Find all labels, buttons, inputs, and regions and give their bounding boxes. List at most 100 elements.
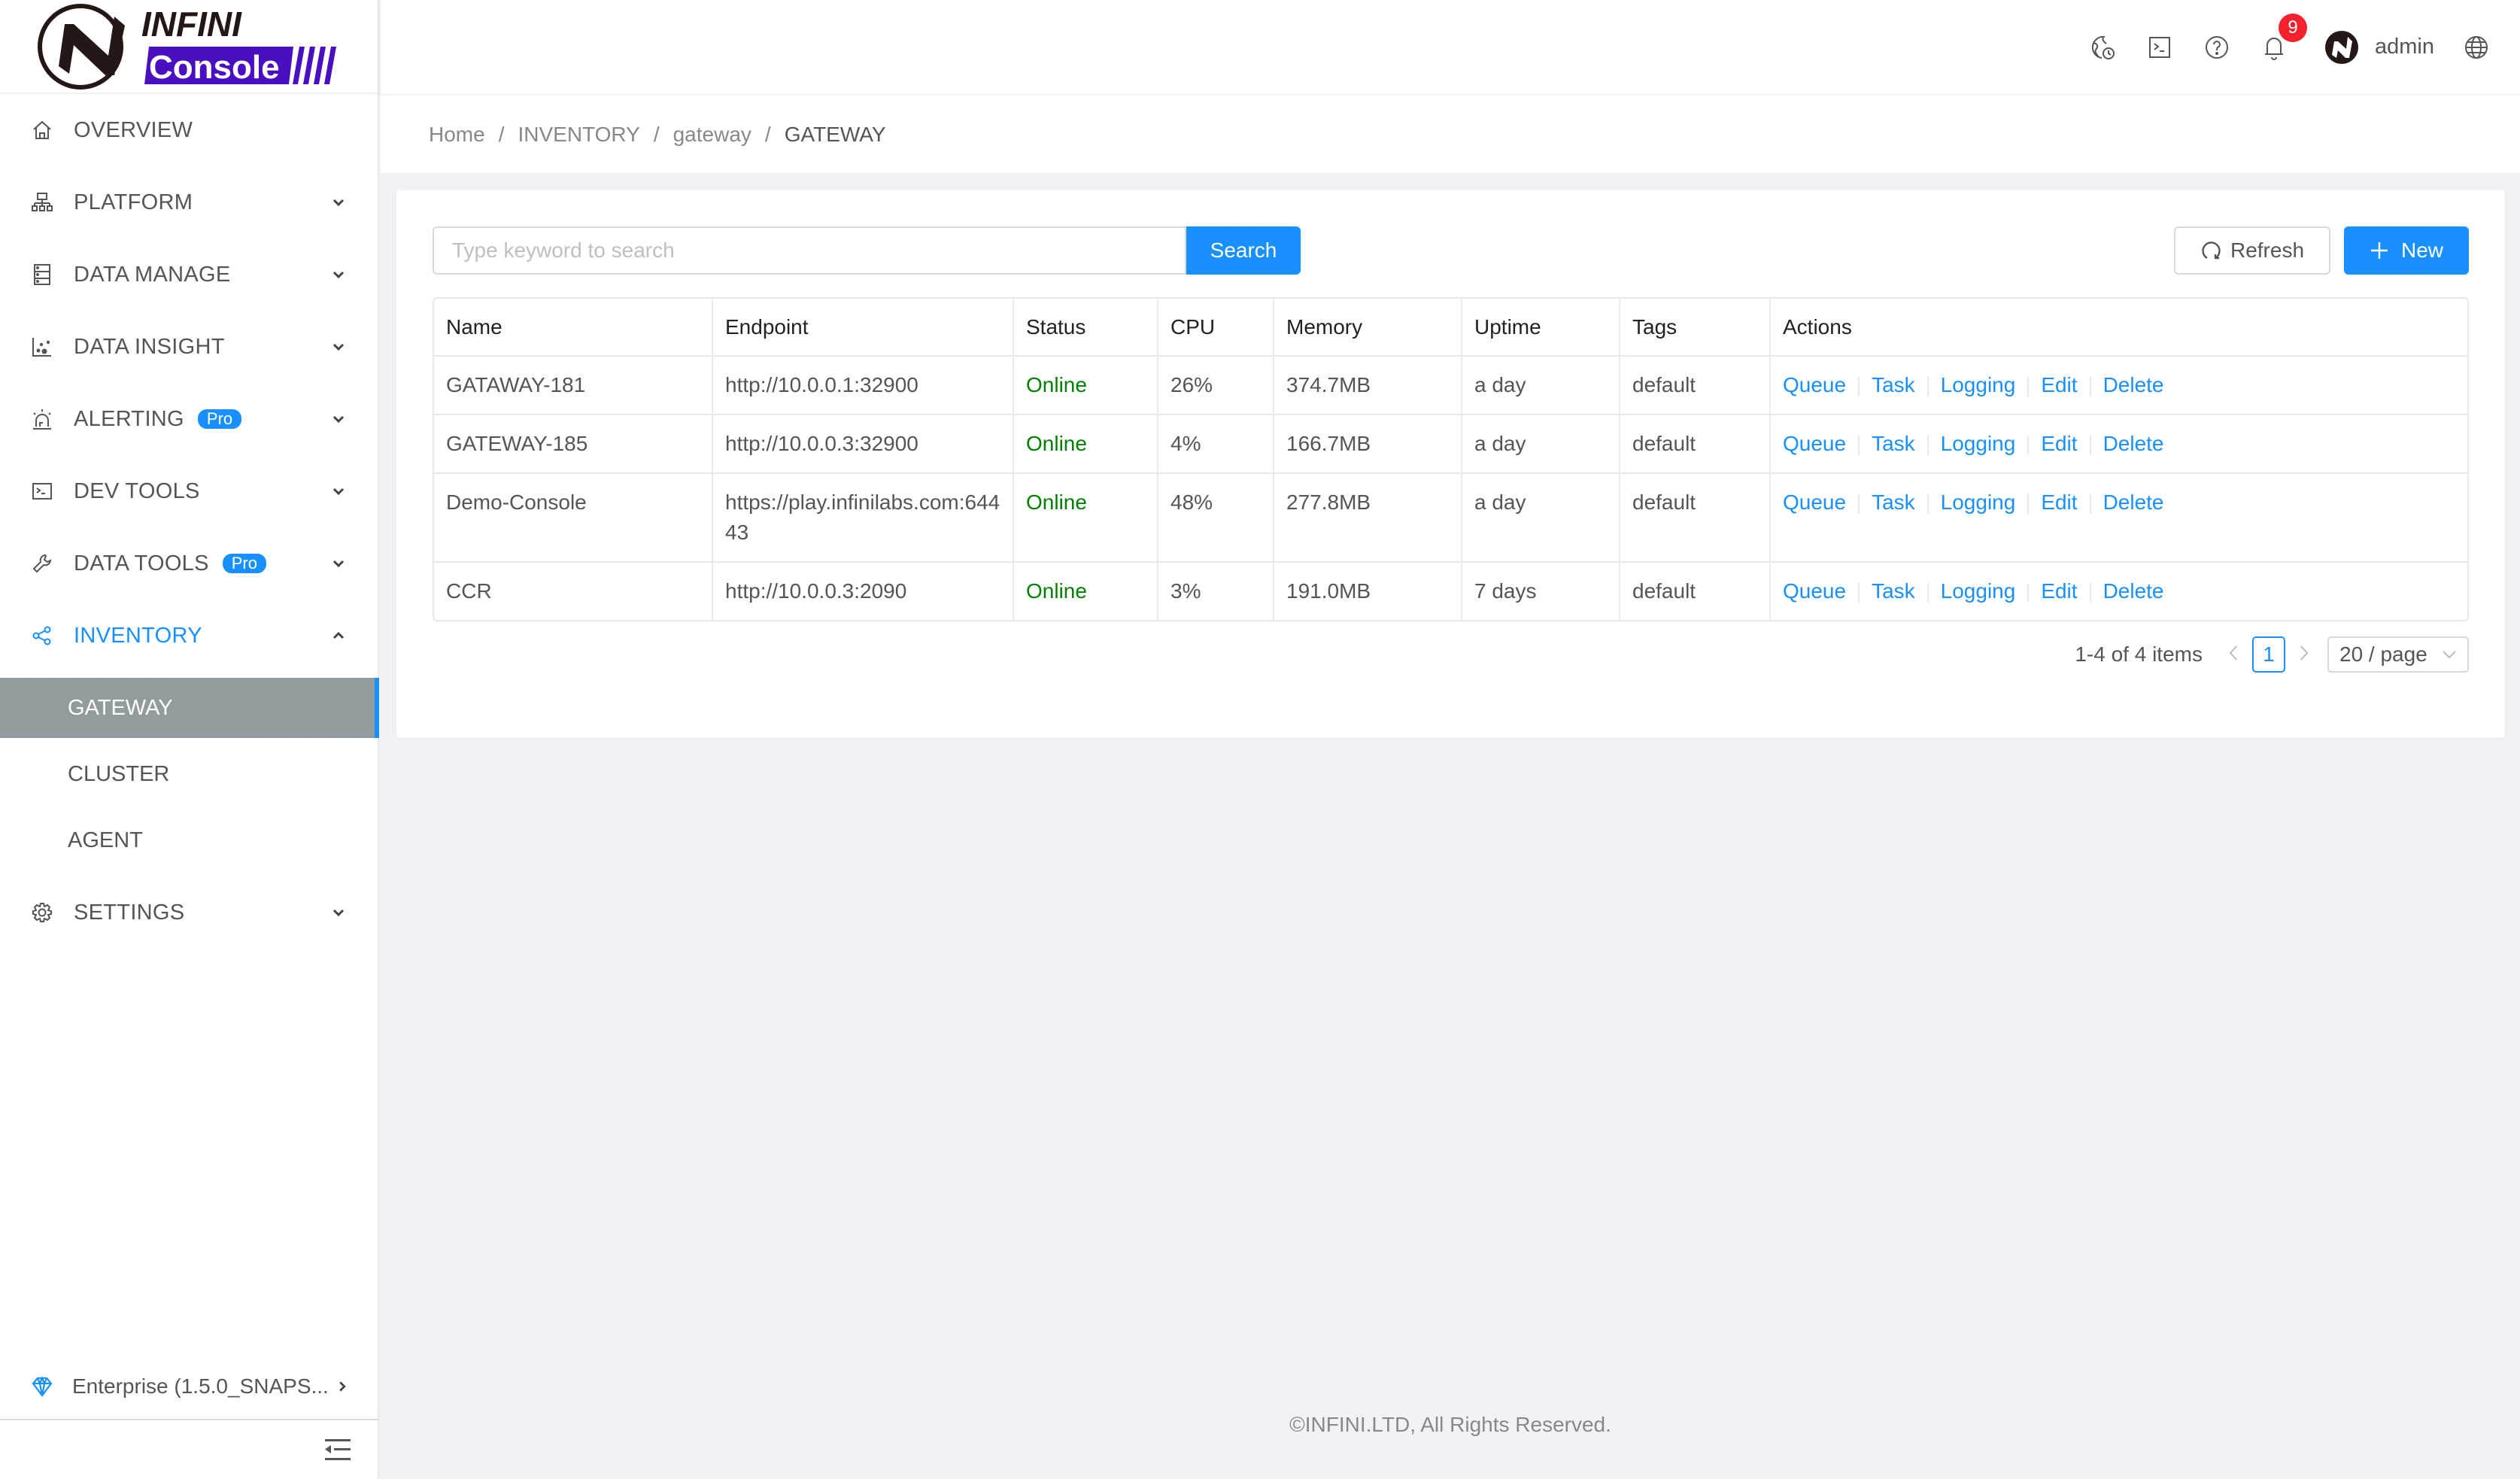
timezone-button[interactable] (2074, 0, 2131, 94)
queue-link[interactable]: Queue (1783, 432, 1846, 455)
breadcrumb-home[interactable]: Home (429, 123, 485, 147)
sidebar-subitem-agent[interactable]: AGENT (0, 810, 378, 870)
breadcrumb-separator: / (764, 122, 771, 146)
console-button[interactable] (2131, 0, 2188, 94)
sidebar-item-label: PLATFORM (74, 190, 193, 214)
notification-bell-icon (2265, 37, 2283, 60)
edit-link[interactable]: Edit (2041, 490, 2077, 514)
task-link[interactable]: Task (1872, 579, 1915, 603)
table-row: GATEWAY-185 http://10.0.0.3:32900 Online… (434, 415, 2467, 474)
delete-link[interactable]: Delete (2103, 490, 2164, 514)
action-divider (2089, 376, 2091, 396)
search-input[interactable] (433, 226, 1186, 275)
chevron-right-icon (2300, 645, 2309, 661)
database-icon (30, 263, 54, 287)
column-header-uptime: Uptime (1462, 299, 1620, 357)
chevron-down-icon (332, 415, 345, 424)
sidebar-footer: Enterprise (1.5.0_SNAPS... (0, 1354, 379, 1479)
edition-info[interactable]: Enterprise (1.5.0_SNAPS... (0, 1354, 379, 1420)
sidebar-item-alerting[interactable]: ALERTING Pro (0, 383, 378, 455)
logging-link[interactable]: Logging (1941, 490, 2016, 514)
refresh-icon (2202, 241, 2221, 260)
action-divider (2027, 376, 2030, 396)
sidebar-item-data-tools[interactable]: DATA TOOLS Pro (0, 527, 378, 600)
help-icon (2206, 35, 2228, 59)
task-link[interactable]: Task (1872, 432, 1915, 455)
cell-memory: 374.7MB (1274, 356, 1462, 415)
column-header-actions: Actions (1770, 299, 2467, 357)
action-divider (1926, 376, 1929, 396)
cell-endpoint: http://10.0.0.3:2090 (712, 562, 1014, 620)
notifications-button[interactable]: 9 (2245, 0, 2307, 94)
breadcrumb-separator: / (498, 122, 505, 146)
chevron-down-icon (332, 199, 345, 207)
cell-cpu: 26% (1158, 356, 1274, 415)
cell-name: Demo-Console (434, 473, 713, 563)
column-header-cpu: CPU (1158, 299, 1274, 357)
action-divider (2089, 494, 2091, 514)
cell-cpu: 3% (1158, 562, 1274, 620)
task-link[interactable]: Task (1872, 373, 1915, 396)
logo-text-infini: INFINI (141, 5, 242, 44)
sidebar-item-data-manage[interactable]: DATA MANAGE (0, 238, 378, 311)
share-icon (30, 624, 54, 648)
delete-link[interactable]: Delete (2103, 373, 2164, 396)
search-button[interactable]: Search (1186, 226, 1301, 275)
page-1-button[interactable]: 1 (2252, 636, 2285, 673)
action-divider (2089, 582, 2091, 603)
timezone-globe-icon (2091, 35, 2115, 59)
diamond-icon (32, 1376, 53, 1397)
page-size-select[interactable]: 20 / page (2327, 636, 2469, 673)
sidebar-item-data-insight[interactable]: DATA INSIGHT (0, 311, 378, 383)
sidebar-item-settings[interactable]: SETTINGS (0, 876, 378, 949)
sidebar-item-label: SETTINGS (74, 900, 185, 925)
queue-link[interactable]: Queue (1783, 373, 1846, 396)
logging-link[interactable]: Logging (1941, 373, 2016, 396)
prev-page-button[interactable] (2222, 643, 2245, 667)
chevron-right-icon (339, 1381, 346, 1392)
app-logo[interactable]: INFINI Console (0, 0, 378, 94)
sidebar-item-platform[interactable]: PLATFORM (0, 166, 378, 238)
sidebar-item-dev-tools[interactable]: DEV TOOLS (0, 455, 378, 527)
refresh-label: Refresh (2230, 238, 2305, 262)
scatter-chart-icon (30, 335, 54, 359)
language-button[interactable] (2448, 0, 2505, 94)
user-menu[interactable]: admin (2303, 0, 2448, 94)
queue-link[interactable]: Queue (1783, 579, 1846, 603)
new-button[interactable]: New (2344, 226, 2469, 275)
breadcrumb-gateway-section[interactable]: gateway (673, 123, 751, 147)
sidebar-subitem-cluster[interactable]: CLUSTER (0, 744, 378, 804)
action-divider (1858, 494, 1860, 514)
avatar (2325, 30, 2358, 64)
sidebar-item-overview[interactable]: OVERVIEW (0, 94, 378, 166)
action-divider (1858, 582, 1860, 603)
sidebar-subitem-gateway[interactable]: GATEWAY (0, 678, 379, 738)
terminal-icon (30, 479, 54, 503)
queue-link[interactable]: Queue (1783, 490, 1846, 514)
delete-link[interactable]: Delete (2103, 579, 2164, 603)
next-page-button[interactable] (2293, 643, 2315, 667)
delete-link[interactable]: Delete (2103, 432, 2164, 455)
logging-link[interactable]: Logging (1941, 579, 2016, 603)
table-row: Demo-Console https://play.infinilabs.com… (434, 473, 2467, 563)
collapse-sidebar-button[interactable] (0, 1420, 379, 1479)
toolbar: Search Refresh New (433, 226, 2469, 275)
help-button[interactable] (2188, 0, 2245, 94)
refresh-button[interactable]: Refresh (2174, 226, 2330, 275)
breadcrumb-inventory[interactable]: INVENTORY (518, 123, 639, 147)
gateway-list-card: Search Refresh New Name Endpoint Status … (396, 190, 2505, 738)
edit-link[interactable]: Edit (2041, 579, 2077, 603)
sidebar-item-label: DATA TOOLS (74, 551, 209, 576)
cell-endpoint: https://play.infinilabs.com:64443 (712, 473, 1014, 563)
wrench-icon (30, 551, 54, 576)
task-link[interactable]: Task (1872, 490, 1915, 514)
breadcrumb: Home / INVENTORY / gateway / GATEWAY (381, 94, 2520, 173)
column-header-memory: Memory (1274, 299, 1462, 357)
column-header-endpoint: Endpoint (712, 299, 1014, 357)
edit-link[interactable]: Edit (2041, 432, 2077, 455)
sidebar-item-inventory[interactable]: INVENTORY (0, 600, 378, 672)
breadcrumb-current-page: GATEWAY (784, 122, 886, 146)
cell-name: GATAWAY-181 (434, 356, 713, 415)
logging-link[interactable]: Logging (1941, 432, 2016, 455)
edit-link[interactable]: Edit (2041, 373, 2077, 396)
